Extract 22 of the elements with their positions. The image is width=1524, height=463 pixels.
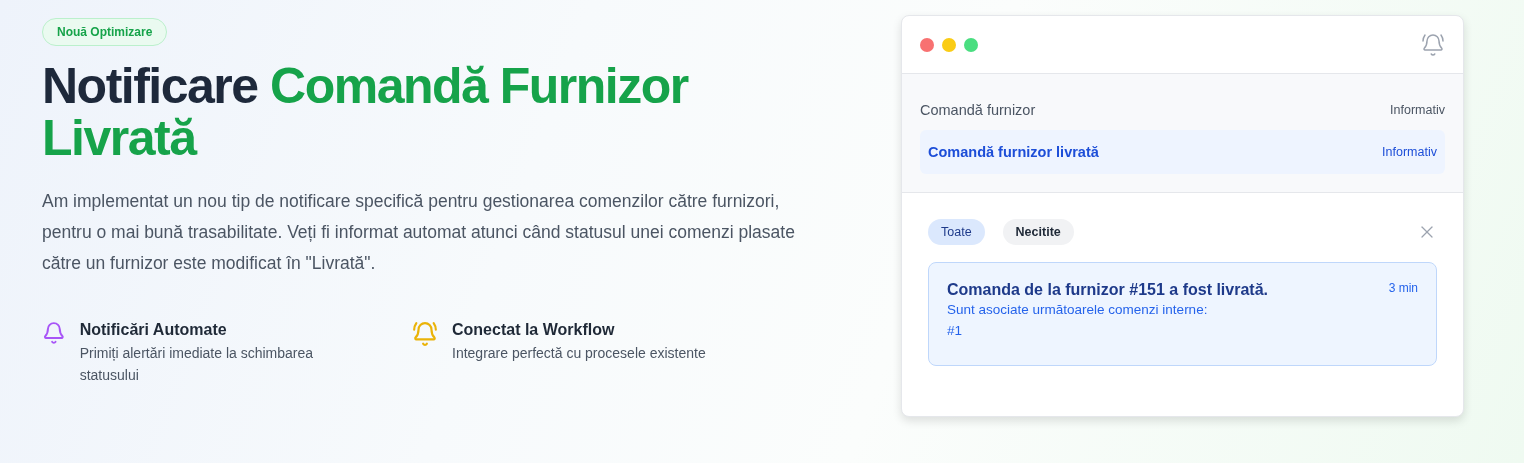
feature-text: Integrare perfectă cu procesele existente <box>452 344 706 363</box>
window-dot <box>964 37 978 52</box>
order-reference: #1 <box>947 322 964 340</box>
ringing-bell-icon <box>412 321 438 347</box>
badge: Nouă Optimizare <box>42 18 168 46</box>
window-dot <box>920 37 934 52</box>
notification-type-item[interactable]: Comandă furnizor Informativ <box>920 100 1445 120</box>
page-title: Notificare Comandă Furnizor Livrată <box>42 60 690 164</box>
description: Am implementat un nou tip de notificare specifică pentru gestionarea comenzilor către furnizori, pentru o mai bună trasabilitate. Veți fi informat automat atunci când statusul unei comenzi plasate către un furnizor este modificat în "Livrată". <box>42 190 796 275</box>
notification-card[interactable]: Comanda de la furnizor #151 a fost livrată. 3 min Sunt asociate următoarele comenzi interne: #1 <box>928 262 1437 366</box>
bell-icon <box>42 321 66 345</box>
feature-title: Conectat la Workflow <box>452 321 616 339</box>
window-dot <box>942 37 956 52</box>
feature-title: Notificări Automate <box>79 321 228 339</box>
ringing-bell-icon[interactable] <box>1421 32 1445 57</box>
notification-time: 3 min <box>1388 281 1418 297</box>
feature-text: Primiți alertări imediate la schimbarea statusului <box>79 344 315 385</box>
filter-tab[interactable]: Toate <box>928 219 985 245</box>
notification-type-item[interactable]: Comandă furnizor livrată Informativ <box>920 130 1445 174</box>
filter-tab[interactable]: Necitite <box>1002 219 1074 245</box>
notification-text: Sunt asociate următoarele comenzi interne: <box>947 301 1209 319</box>
notification-title: Comanda de la furnizor #151 a fost livrată. <box>947 281 1268 299</box>
